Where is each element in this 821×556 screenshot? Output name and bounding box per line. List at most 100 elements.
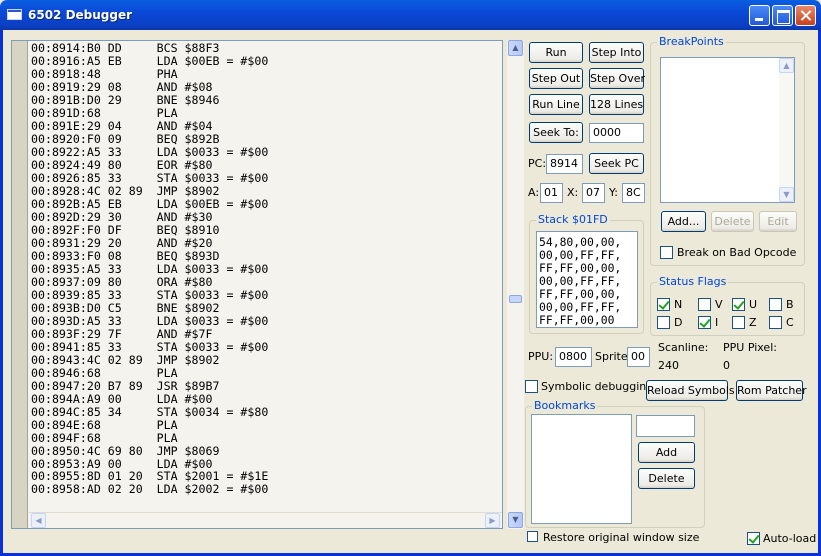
break-bad-opcode-label[interactable]: Break on Bad Opcode xyxy=(677,246,796,259)
disassembly-line[interactable]: 00:8928:4C 02 89 JMP $8902 xyxy=(31,184,501,198)
128-lines-button[interactable]: 128 Lines xyxy=(589,94,644,115)
bp-scroll-down-icon[interactable]: ▼ xyxy=(779,187,794,202)
a-register-input[interactable]: 01 xyxy=(540,183,563,203)
disassembly-line[interactable]: 00:8941:85 33 STA $0033 = #$00 xyxy=(31,340,501,354)
flag-d-checkbox[interactable] xyxy=(657,316,670,329)
title-bar[interactable]: 6502 Debugger xyxy=(0,0,821,30)
disassembly-line[interactable]: 00:8926:85 33 STA $0033 = #$00 xyxy=(31,171,501,185)
breakpoint-gutter[interactable] xyxy=(12,41,28,528)
reload-symbols-button[interactable]: Reload Symbols xyxy=(646,380,735,401)
disassembly-line[interactable]: 00:8935:A5 33 LDA $0033 = #$00 xyxy=(31,262,501,276)
break-bad-opcode-checkbox[interactable] xyxy=(660,246,673,259)
disassembly-line[interactable]: 00:891E:29 04 AND #$04 xyxy=(31,119,501,133)
disassembly-line[interactable]: 00:8946:68 PLA xyxy=(31,366,501,380)
disassembly-line[interactable]: 00:8918:48 PHA xyxy=(31,67,501,81)
disassembly-line[interactable]: 00:891B:D0 29 BNE $8946 xyxy=(31,93,501,107)
symbolic-debugging-checkbox[interactable] xyxy=(525,380,538,393)
a-register-label: A: xyxy=(528,186,540,199)
horizontal-scrollbar[interactable]: ◀ ▶ xyxy=(29,512,502,528)
ppu-input[interactable]: 0800 xyxy=(555,347,592,367)
bookmarks-list[interactable] xyxy=(531,414,632,524)
disassembly-line[interactable]: 00:8924:49 80 EOR #$80 xyxy=(31,158,501,172)
y-register-input[interactable]: 8C xyxy=(622,183,645,203)
scroll-up-icon[interactable]: ▲ xyxy=(508,40,523,56)
x-register-label: X: xyxy=(567,186,579,199)
disassembly-line[interactable]: 00:8958:AD 02 20 LDA $2002 = #$00 xyxy=(31,483,501,496)
flag-c-checkbox[interactable] xyxy=(769,316,782,329)
edit-breakpoint-button[interactable]: Edit xyxy=(759,211,797,232)
disassembly-view[interactable]: 00:8914:B0 DD BCS $88F3 00:8916:A5 EB LDA… xyxy=(11,40,503,529)
pc-input[interactable]: 8914 xyxy=(546,154,583,174)
stack-contents: 54,80,00,00, 00,00,FF,FF, FF,FF,00,00, 00,0… xyxy=(539,236,621,327)
flag-b-checkbox[interactable] xyxy=(769,298,782,311)
delete-bookmark-button[interactable]: Delete xyxy=(638,468,695,489)
disassembly-line[interactable]: 00:891D:68 PLA xyxy=(31,106,501,120)
disassembly-line[interactable]: 00:8950:4C 69 80 JMP $8069 xyxy=(31,444,501,458)
disassembly-line[interactable]: 00:8931:29 20 AND #$20 xyxy=(31,236,501,250)
scroll-right-icon[interactable]: ▶ xyxy=(485,513,500,528)
close-button[interactable] xyxy=(795,5,816,26)
scanline-value: 240 xyxy=(658,359,679,372)
seek-to-button[interactable]: Seek To: xyxy=(529,122,583,143)
disassembly-line[interactable]: 00:8919:29 08 AND #$08 xyxy=(31,80,501,94)
seek-to-input[interactable]: 0000 xyxy=(589,123,644,143)
stack-line: FF,FF,00,00 xyxy=(539,313,615,327)
flag-v-checkbox[interactable] xyxy=(698,298,711,311)
step-out-button[interactable]: Step Out xyxy=(529,68,583,89)
disassembly-line[interactable]: 00:8937:09 80 ORA #$80 xyxy=(31,275,501,289)
add-breakpoint-button[interactable]: Add... xyxy=(661,211,706,232)
flag-i-label: I xyxy=(715,316,719,329)
auto-load-label[interactable]: Auto-load xyxy=(763,532,816,545)
step-into-button[interactable]: Step Into xyxy=(589,42,644,63)
flag-z-checkbox[interactable] xyxy=(732,316,745,329)
disassembly-line[interactable]: 00:8933:F0 08 BEQ $893D xyxy=(31,249,501,263)
disassembly-line[interactable]: 00:8943:4C 02 89 JMP $8902 xyxy=(31,353,501,367)
add-bookmark-button[interactable]: Add xyxy=(638,442,695,463)
flag-i-checkbox[interactable] xyxy=(698,316,711,329)
disassembly-line[interactable]: 00:8922:A5 33 LDA $0033 = #$00 xyxy=(31,145,501,159)
bp-scroll-up-icon[interactable]: ▲ xyxy=(779,58,794,73)
disassembly-line[interactable]: 00:8939:85 33 STA $0033 = #$00 xyxy=(31,288,501,302)
disassembly-line[interactable]: 00:892F:F0 DF BEQ $8910 xyxy=(31,223,501,237)
minimize-button[interactable] xyxy=(749,5,770,26)
window-title: 6502 Debugger xyxy=(28,8,133,22)
disassembly-line[interactable]: 00:893D:A5 33 LDA $0033 = #$00 xyxy=(31,314,501,328)
disassembly-line[interactable]: 00:8920:F0 09 BEQ $892B xyxy=(31,132,501,146)
sprite-input[interactable]: 00 xyxy=(627,347,650,367)
disassembly-lines[interactable]: 00:8914:B0 DD BCS $88F3 00:8916:A5 EB LDA… xyxy=(31,42,501,496)
stack-box[interactable]: 54,80,00,00, 00,00,FF,FF, FF,FF,00,00, 00,0… xyxy=(536,231,638,328)
disassembly-line[interactable]: 00:892B:A5 EB LDA $00EB = #$00 xyxy=(31,197,501,211)
vertical-scrollbar[interactable]: ▲ ▼ xyxy=(507,40,524,529)
scroll-left-icon[interactable]: ◀ xyxy=(31,513,46,528)
bookmarks-title: Bookmarks xyxy=(532,399,598,412)
status-flags-title: Status Flags xyxy=(657,275,729,288)
disassembly-line[interactable]: 00:894C:85 34 STA $0034 = #$80 xyxy=(31,405,501,419)
status-flags-group: Status Flags N V U B D I Z C xyxy=(650,275,805,336)
flag-n-checkbox[interactable] xyxy=(657,298,670,311)
restore-window-size-checkbox[interactable] xyxy=(527,531,538,542)
run-line-button[interactable]: Run Line xyxy=(529,94,583,115)
seek-pc-button[interactable]: Seek PC xyxy=(589,153,644,174)
scroll-down-icon[interactable]: ▼ xyxy=(508,512,523,528)
scroll-thumb[interactable] xyxy=(509,295,522,303)
disassembly-line[interactable]: 00:893F:29 7F AND #$7F xyxy=(31,327,501,341)
disassembly-line[interactable]: 00:894A:A9 00 LDA #$00 xyxy=(31,392,501,406)
restore-window-size-label[interactable]: Restore original window size xyxy=(543,531,699,544)
disassembly-line[interactable]: 00:893B:D0 C5 BNE $8902 xyxy=(31,301,501,315)
breakpoints-list[interactable]: ▲ ▼ xyxy=(660,57,795,203)
disassembly-line[interactable]: 00:894F:68 PLA xyxy=(31,431,501,445)
disassembly-line[interactable]: 00:8947:20 B7 89 JSR $89B7 xyxy=(31,379,501,393)
bookmark-address-input[interactable] xyxy=(636,415,695,437)
maximize-button[interactable] xyxy=(772,5,793,26)
rom-patcher-button[interactable]: Rom Patcher xyxy=(736,380,807,401)
breakpoints-scrollbar[interactable]: ▲ ▼ xyxy=(779,58,794,202)
disassembly-line[interactable]: 00:892D:29 30 AND #$30 xyxy=(31,210,501,224)
delete-breakpoint-button[interactable]: Delete xyxy=(711,211,754,232)
x-register-input[interactable]: 07 xyxy=(582,183,605,203)
step-over-button[interactable]: Step Over xyxy=(589,68,645,89)
disassembly-line[interactable]: 00:894E:68 PLA xyxy=(31,418,501,432)
flag-u-checkbox[interactable] xyxy=(732,298,745,311)
auto-load-checkbox[interactable] xyxy=(747,532,760,545)
symbolic-debugging-label[interactable]: Symbolic debugging xyxy=(541,380,653,393)
run-button[interactable]: Run xyxy=(529,42,583,63)
